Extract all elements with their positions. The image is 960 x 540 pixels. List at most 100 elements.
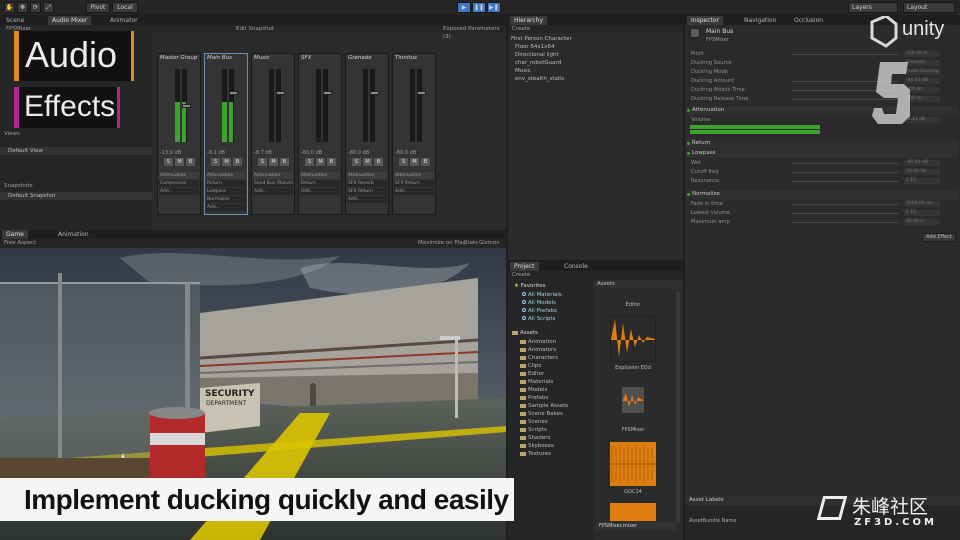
favorites-header[interactable]: ★ Favorites [508, 282, 593, 290]
inspector-param-row[interactable]: Fade in time 5000.00 ms [686, 200, 958, 208]
asset-folder[interactable]: Animators [508, 346, 593, 354]
hierarchy-item[interactable]: char_robotGuard [508, 59, 683, 67]
favorite-item[interactable]: All Prefabs [508, 307, 593, 315]
effect-slot[interactable]: Send Bus (Return) [253, 180, 293, 187]
asset-folder[interactable]: Prefabs [508, 394, 593, 402]
maximize-on-play-toggle[interactable]: Maximize on Play [418, 239, 466, 247]
bypass-button[interactable]: B [421, 158, 430, 166]
mixer-strip[interactable]: Grenade -80.0 dB S M B Attenuation SFX Reverb S… [345, 53, 389, 215]
add-effect-button[interactable]: Add Effect [922, 233, 956, 242]
assets-root[interactable]: Assets [508, 329, 593, 337]
pause-button[interactable]: ❚❚ [472, 2, 486, 13]
inspector-param-row[interactable]: Cutoff freq 10.00 Hz [686, 168, 958, 176]
param-value[interactable]: 0.10 [904, 210, 940, 216]
bypass-button[interactable]: B [327, 158, 336, 166]
hierarchy-item[interactable]: Floor 64x1x64 [508, 43, 683, 51]
fader-knob[interactable] [182, 104, 191, 108]
param-value[interactable]: 5000.00 ms [904, 201, 940, 207]
tab-project[interactable]: Project [510, 262, 539, 271]
effect-slot[interactable]: Lowpass [206, 188, 246, 195]
effect-slot[interactable]: Add... [253, 188, 293, 195]
effect-slot[interactable]: SFX Return [347, 188, 387, 195]
param-value[interactable]: 20.00 x [904, 219, 940, 225]
fader-knob[interactable] [229, 91, 238, 95]
tab-inspector[interactable]: Inspector [687, 16, 723, 25]
layers-dropdown[interactable]: Layers [848, 2, 898, 13]
hierarchy-item[interactable]: Directional light [508, 51, 683, 59]
default-snapshot-item[interactable]: Default Snapshot [0, 192, 152, 200]
effect-slot[interactable]: Normalize [206, 196, 246, 203]
solo-button[interactable]: S [305, 158, 314, 166]
asset-folder[interactable]: Scene Bakes [508, 410, 593, 418]
param-slider[interactable] [791, 181, 898, 182]
bypass-button[interactable]: B [374, 158, 383, 166]
effect-slot[interactable]: Attenuation [159, 172, 199, 179]
solo-button[interactable]: S [164, 158, 173, 166]
layout-dropdown[interactable]: Layout [903, 2, 955, 13]
asset-folder[interactable]: Sample Assets [508, 402, 593, 410]
tab-console[interactable]: Console [560, 262, 592, 271]
default-view-item[interactable]: Default View [0, 147, 152, 155]
fader-knob[interactable] [276, 91, 285, 95]
bypass-button[interactable]: B [280, 158, 289, 166]
tab-animator[interactable]: Animator [106, 16, 142, 25]
bypass-button[interactable]: B [233, 158, 242, 166]
tab-animation[interactable]: Animation [54, 230, 93, 239]
param-value[interactable]: 1.15 [904, 178, 940, 184]
asset-folder[interactable]: Materials [508, 378, 593, 386]
effect-slot[interactable]: Add... [394, 188, 434, 195]
mute-button[interactable]: M [363, 158, 372, 166]
param-value[interactable]: -80.00 dB [904, 160, 940, 166]
lowpass-section[interactable]: Lowpass [686, 149, 958, 158]
asset-folder[interactable]: Editor [508, 370, 593, 378]
effect-slot[interactable]: Add... [206, 204, 246, 211]
mute-button[interactable]: M [316, 158, 325, 166]
effect-slot[interactable]: Return [300, 180, 340, 187]
effect-slot[interactable]: Attenuation [300, 172, 340, 179]
hierarchy-item[interactable]: env_stealth_static [508, 75, 683, 83]
normalize-section[interactable]: Normalize [686, 190, 958, 199]
hand-tool-icon[interactable]: ✋ [4, 2, 15, 13]
mixer-strip[interactable]: Music -8.7 dB S M B Attenuation Send Bus (Retu… [251, 53, 295, 215]
edit-snapshot-toggle[interactable]: Edit Snapshot [236, 25, 274, 33]
tab-game[interactable]: Game [2, 230, 28, 239]
solo-button[interactable]: S [352, 158, 361, 166]
param-slider[interactable] [791, 222, 898, 223]
param-slider[interactable] [791, 172, 898, 173]
effect-slot[interactable]: Compressor [159, 180, 199, 187]
inspector-param-row[interactable]: Wet -80.00 dB [686, 159, 958, 167]
play-button[interactable]: ▶ [457, 2, 471, 13]
asset-folder[interactable]: Shaders [508, 434, 593, 442]
mixer-strip[interactable]: Main Bus -8.1 dB S M B Attenuation Return Lowpa… [204, 53, 248, 215]
asset-folder[interactable]: Skyboxes [508, 442, 593, 450]
pivot-toggle[interactable]: Pivot [86, 2, 110, 13]
scale-tool-icon[interactable]: ⤢ [43, 2, 54, 13]
stats-toggle[interactable]: Stats [464, 239, 478, 247]
asset-thumb-explosion[interactable] [610, 316, 656, 362]
local-toggle[interactable]: Local [112, 2, 138, 13]
favorite-item[interactable]: All Models [508, 299, 593, 307]
param-slider[interactable] [791, 204, 898, 205]
rotate-tool-icon[interactable]: ⟳ [30, 2, 41, 13]
asset-thumb-partial[interactable] [610, 503, 656, 521]
asset-folder[interactable]: Scenes [508, 418, 593, 426]
mute-button[interactable]: M [410, 158, 419, 166]
fader-knob[interactable] [370, 91, 379, 95]
hierarchy-create-button[interactable]: Create [512, 25, 530, 33]
asset-thumb-goc14[interactable] [610, 442, 656, 486]
asset-folder[interactable]: Clips [508, 362, 593, 370]
hierarchy-item[interactable]: First Person Character [508, 35, 683, 43]
tab-scene[interactable]: Scene [2, 16, 28, 25]
inspector-param-row[interactable]: Lowest volume 0.10 [686, 209, 958, 217]
tab-occlusion[interactable]: Occlusion [790, 16, 827, 25]
mute-button[interactable]: M [175, 158, 184, 166]
asset-folder[interactable]: Animation [508, 338, 593, 346]
bypass-button[interactable]: B [186, 158, 195, 166]
effect-slot[interactable]: SFX Return [394, 180, 434, 187]
mixer-strip[interactable]: Master Group -13.0 dB S M B Attenuation Compre… [157, 53, 201, 215]
solo-button[interactable]: S [258, 158, 267, 166]
effect-slot[interactable]: Attenuation [253, 172, 293, 179]
mixer-strip[interactable]: SFX -80.0 dB S M B Attenuation Return Add... [298, 53, 342, 215]
aspect-dropdown[interactable]: Free Aspect [4, 239, 36, 247]
asset-folder[interactable]: Models [508, 386, 593, 394]
